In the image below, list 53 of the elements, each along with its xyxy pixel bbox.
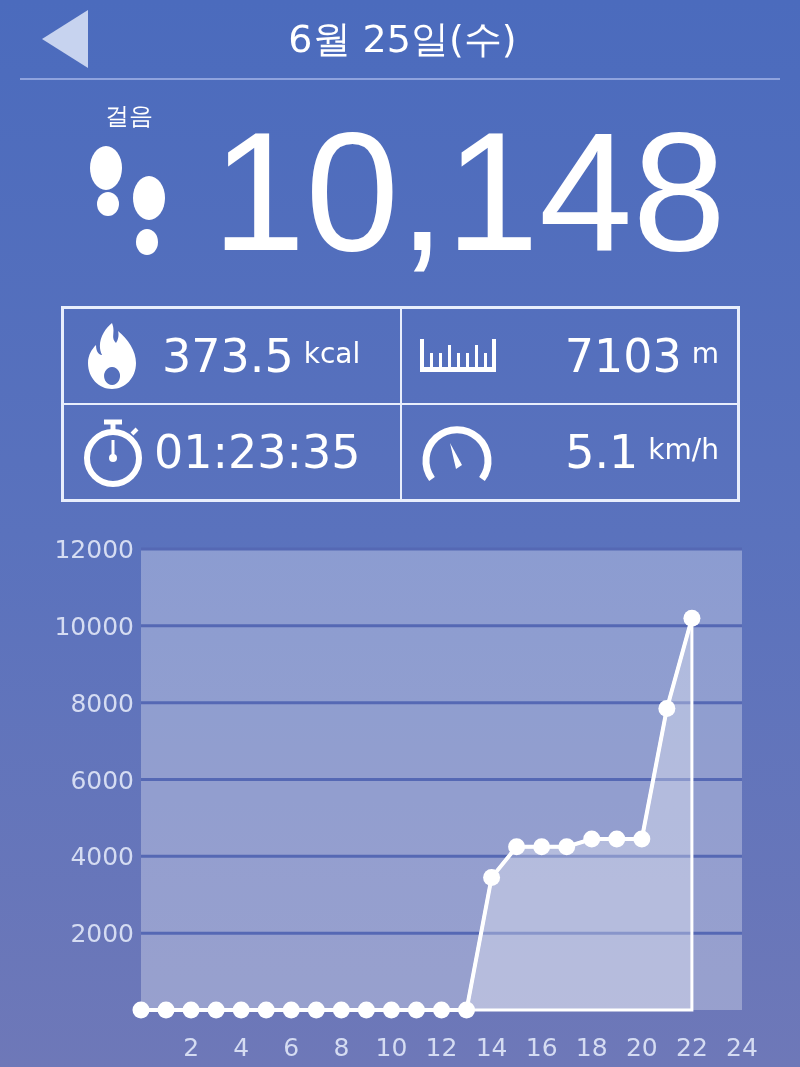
y-tick-label: 4000 [70, 842, 134, 872]
stat-unit: kcal [303, 336, 361, 370]
data-point [608, 830, 626, 848]
data-point [207, 1001, 225, 1019]
data-point [382, 1001, 400, 1019]
data-point [307, 1001, 325, 1019]
date-title: 6월 25일(수) [288, 15, 517, 63]
x-tick-label: 22 [676, 1033, 708, 1062]
data-point [658, 699, 676, 717]
x-tick-label: 12 [425, 1033, 458, 1062]
data-point [633, 830, 651, 848]
data-point [458, 1001, 476, 1019]
x-tick-label: 4 [233, 1033, 250, 1062]
stat-value: 01:23:35 [154, 425, 361, 479]
x-tick-label: 24 [726, 1033, 758, 1062]
y-tick-label: 6000 [70, 765, 134, 795]
data-point [558, 838, 576, 856]
data-point [332, 1001, 350, 1019]
data-point [407, 1001, 425, 1019]
x-tick-label: 18 [575, 1033, 608, 1062]
data-point [508, 838, 526, 856]
x-tick-label: 6 [283, 1033, 300, 1062]
data-point [533, 838, 551, 856]
x-tick-label: 16 [525, 1033, 558, 1062]
x-tick-label: 20 [625, 1033, 658, 1062]
data-point [683, 609, 701, 627]
data-point [433, 1001, 450, 1019]
back-icon[interactable] [42, 10, 88, 68]
ruler-icon [419, 339, 496, 373]
x-tick-label: 10 [375, 1033, 408, 1062]
data-point [182, 1001, 200, 1019]
stat-value: 5.1 [565, 425, 639, 479]
y-tick-label: 12000 [54, 536, 134, 564]
data-point [257, 1001, 275, 1019]
stat-unit: m [691, 336, 719, 370]
data-point [583, 830, 601, 848]
y-tick-label: 10000 [54, 611, 134, 641]
data-point [357, 1001, 375, 1019]
x-tick-label: 14 [475, 1033, 508, 1062]
stat-unit: km/h [648, 432, 719, 466]
data-point [232, 1001, 250, 1019]
data-point [483, 868, 501, 886]
data-point [157, 1001, 175, 1019]
data-point [132, 1001, 150, 1019]
x-tick-label: 2 [183, 1033, 200, 1062]
y-tick-label: 2000 [70, 919, 134, 949]
y-tick-label: 8000 [70, 688, 134, 718]
stat-value: 373.5 [162, 329, 294, 383]
data-point [282, 1001, 300, 1019]
step-count: 10,148 [212, 108, 726, 276]
stat-value: 7103 [564, 329, 682, 383]
x-tick-label: 8 [333, 1033, 350, 1062]
steps-label: 걸음 [105, 101, 153, 132]
